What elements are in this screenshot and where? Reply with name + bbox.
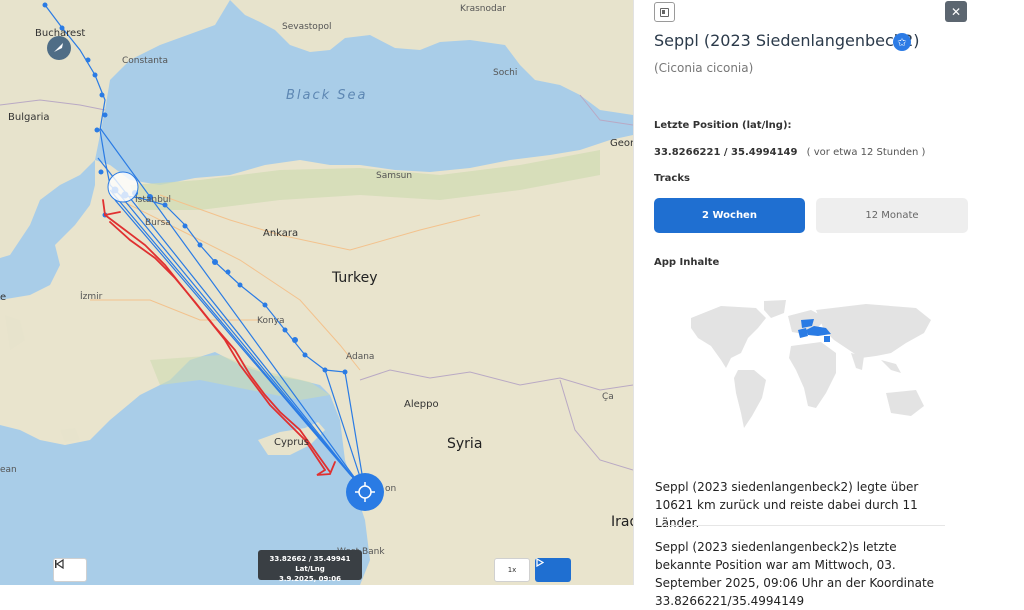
track-point (342, 369, 348, 375)
label-adana: Adana (346, 352, 375, 362)
world-australia (886, 390, 924, 416)
description-last-position: Seppl (2023 siedenlangenbeck2)s letzte b… (655, 540, 935, 608)
play-button[interactable] (535, 558, 571, 582)
tracks-label: Tracks (654, 173, 690, 184)
label-constanta: Constanta (122, 56, 168, 66)
tab-2-weeks[interactable]: 2 Wochen (654, 198, 805, 233)
track-point (92, 72, 98, 78)
track-point (282, 327, 288, 333)
close-button[interactable]: ✕ (945, 1, 967, 22)
track-point (94, 127, 100, 133)
last-position-ago: ( vor etwa 12 Stunden ) (806, 147, 926, 158)
speed-label: 1x (507, 566, 517, 574)
star-badge-icon: ✩ (893, 33, 911, 51)
label-istanbul: Istanbul (135, 195, 172, 205)
track-point (98, 169, 104, 175)
tooltip-datetime: 3.9.2025, 09:06 (279, 575, 341, 583)
track-point (99, 92, 105, 98)
selected-point-ring (107, 171, 139, 203)
label-sochi: Sochi (493, 68, 518, 78)
label-turkey: Turkey (332, 270, 378, 286)
land-anatolia (0, 135, 633, 585)
close-icon: ✕ (950, 4, 962, 19)
world-highlight-levant (824, 336, 830, 342)
species-name: (Ciconia ciconia) (654, 61, 754, 75)
track-point (85, 57, 91, 63)
label-edge-e: e (0, 292, 7, 303)
track-point (225, 269, 231, 275)
world-north-america (691, 306, 766, 368)
divider (655, 525, 945, 526)
track-point (197, 242, 203, 248)
label-iraq-partial: Iraq (611, 514, 633, 530)
track-point (262, 302, 268, 308)
panel-toggle-icon (660, 7, 669, 17)
world-south-america (734, 370, 766, 428)
label-cyprus: Cyprus (274, 437, 309, 448)
label-sevastopol: Sevastopol (282, 22, 332, 32)
tooltip-coords: 33.82662 / 35.49941 Lat/Lng (269, 555, 351, 573)
last-position-value: 33.8266221 / 35.4994149 (654, 147, 798, 158)
track-point (102, 112, 108, 118)
detail-panel: ✕ Seppl (2023 Siedenlangenbeck2) ✩ (Cico… (633, 0, 1024, 608)
label-georgia: Geor (610, 138, 633, 149)
label-ankara: Ankara (263, 228, 299, 239)
label-black-sea: Black Sea (286, 88, 368, 103)
last-position: 33.8266221 / 35.4994149 ( vor etwa 12 St… (654, 147, 925, 158)
label-aleppo: Aleppo (404, 399, 439, 410)
track-point (42, 2, 48, 8)
label-bursa: Bursa (145, 218, 171, 228)
track-point (212, 259, 218, 265)
speed-button[interactable]: 1x (494, 558, 530, 582)
label-samsun: Samsun (376, 171, 413, 181)
rewind-button[interactable] (53, 558, 87, 582)
last-position-label: Letzte Position (lat/lng): (654, 120, 792, 131)
label-konya: Konya (257, 316, 285, 326)
label-izmir: İzmir (80, 292, 103, 302)
label-syria: Syria (447, 436, 483, 452)
animal-title: Seppl (2023 Siedenlangenbeck2) (654, 31, 920, 50)
label-krasnodar: Krasnodar (460, 4, 506, 14)
label-bulgaria: Bulgaria (8, 112, 50, 123)
play-icon (536, 558, 544, 567)
map-view[interactable]: Bucharest Constanta Sevastopol Krasnodar… (0, 0, 633, 585)
description-distance: Seppl (2023 siedenlangenbeck2) legte übe… (655, 480, 919, 530)
drawn-arrow-head-bottom (316, 461, 336, 476)
collapse-panel-button[interactable] (654, 2, 675, 22)
world-greenland (764, 300, 786, 318)
track-point (237, 282, 243, 288)
position-tooltip: 33.82662 / 35.49941 Lat/Lng 3.9.2025, 09… (258, 550, 362, 583)
start-marker (47, 36, 71, 60)
app-content-label: App Inhalte (654, 257, 720, 268)
world-africa (789, 342, 836, 408)
track-point (292, 337, 298, 343)
world-asia (816, 304, 931, 358)
track-point (182, 223, 188, 229)
world-map-thumbnail (691, 300, 931, 428)
label-sea-partial: ean (0, 465, 17, 475)
label-small-city: Ça (602, 392, 614, 402)
label-bucharest: Bucharest (35, 28, 86, 39)
label-beirut-partial: on (385, 484, 397, 494)
current-position-marker (346, 473, 384, 511)
track-point (302, 352, 308, 358)
track-point (322, 367, 328, 373)
tab-12-months[interactable]: 12 Monate (816, 198, 968, 233)
skip-back-icon (55, 559, 64, 569)
